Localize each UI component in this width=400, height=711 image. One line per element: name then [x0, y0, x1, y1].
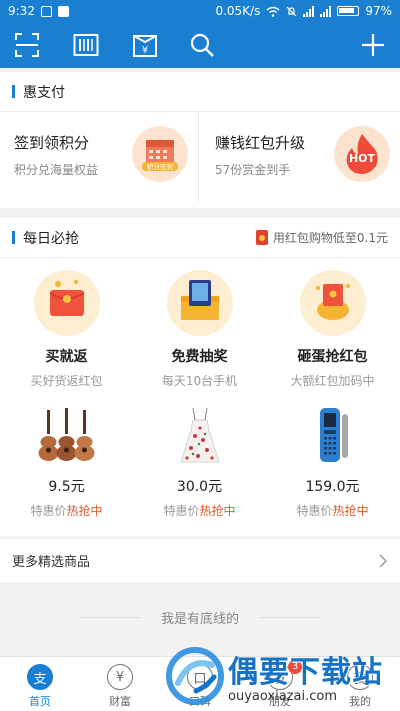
golden-egg-icon: [299, 270, 366, 336]
checkin-badge-text: 积分签到: [147, 162, 173, 171]
svg-text:¥: ¥: [142, 45, 148, 56]
message-notification-icon: [57, 5, 69, 17]
end-of-list-text: 我是有底线的: [0, 608, 400, 627]
signal-icon-2: [320, 5, 332, 17]
chevron-right-icon: [379, 553, 388, 568]
battery-icon: [337, 6, 360, 16]
lottery-box-icon: [166, 270, 233, 336]
status-time: 9:32: [8, 4, 35, 18]
feature-free-lottery[interactable]: 免费抽奖 每天10台手机: [133, 270, 266, 389]
feature-smash-egg[interactable]: 砸蛋抢红包 大额红包加码中: [266, 270, 399, 389]
dress-product-image: [179, 407, 220, 463]
signal-icon: [303, 5, 315, 17]
mute-icon: [286, 6, 297, 16]
section-title-huizhifu: 惠支付: [0, 72, 400, 112]
search-icon[interactable]: [189, 32, 215, 58]
battery-level: 97%: [365, 4, 392, 18]
scan-icon[interactable]: [14, 32, 40, 58]
barcode-icon[interactable]: [73, 32, 99, 58]
huizhifu-card: 惠支付 签到领积分 积分兑海量权益 积分签到 赚钱红包升级 57份赏金到手 HO…: [0, 72, 400, 208]
red-envelope-icon: [33, 270, 100, 336]
product-ukulele[interactable]: 9.5元 特惠价热抢中: [0, 406, 133, 519]
promo-checkin[interactable]: 签到领积分 积分兑海量权益 积分签到: [0, 112, 199, 202]
site-watermark: 偶要下载站 ouyaoxiazai.com: [166, 640, 400, 711]
pay-code-icon[interactable]: ¥: [132, 32, 158, 58]
alipay-notification-icon: [40, 5, 52, 17]
product-dress[interactable]: 30.0元 特惠价热抢中: [133, 406, 266, 519]
hot-badge-text: HOT: [349, 152, 376, 165]
section-title-daily: 每日必抢 用红包购物低至0.1元: [0, 218, 400, 258]
product-phone[interactable]: 159.0元 特惠价热抢中: [266, 406, 399, 519]
alipay-home-icon: 支: [27, 664, 53, 690]
network-speed: 0.05K/s: [215, 4, 261, 18]
add-icon[interactable]: [360, 32, 386, 58]
wifi-icon: [266, 6, 280, 17]
redpacket-shopping-note[interactable]: 用红包购物低至0.1元: [255, 229, 388, 246]
status-bar: 9:32 0.05K/s 97%: [0, 0, 400, 22]
watermark-logo-icon: [166, 646, 224, 705]
tab-wealth[interactable]: ¥ 财富: [80, 657, 160, 711]
top-toolbar: ¥: [0, 22, 400, 68]
wealth-yen-icon: ¥: [107, 664, 133, 690]
watermark-site-name: 偶要下载站: [228, 655, 383, 690]
tab-home[interactable]: 支 首页: [0, 657, 80, 711]
checkin-calendar-icon: 积分签到: [132, 126, 188, 182]
feature-phone-product-image: [319, 408, 348, 462]
watermark-url: ouyaoxiazai.com: [228, 689, 337, 704]
hot-flame-icon: HOT: [334, 126, 390, 182]
daily-deals-card: 每日必抢 用红包购物低至0.1元 买就返 买好货返红包 免费抽奖 每天10台手机: [0, 218, 400, 536]
more-products-link[interactable]: 更多精选商品: [0, 538, 400, 582]
promo-redpacket-upgrade[interactable]: 赚钱红包升级 57份赏金到手 HOT: [201, 112, 400, 202]
redpacket-icon: [255, 230, 268, 245]
ukulele-product-image: [38, 408, 94, 461]
feature-buy-return[interactable]: 买就返 买好货返红包: [0, 270, 133, 389]
